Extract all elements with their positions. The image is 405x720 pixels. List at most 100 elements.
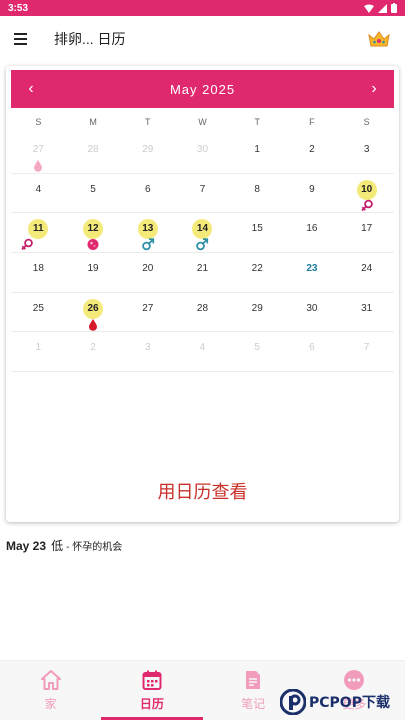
- nav-item-calendar[interactable]: 日历: [101, 661, 203, 720]
- calendar-day[interactable]: 28: [175, 293, 230, 332]
- calendar-day[interactable]: 6: [285, 332, 340, 371]
- day-number: 28: [87, 144, 99, 155]
- day-number: 14: [192, 219, 213, 240]
- calendar-week-row: 18 19 20 21 22 23 24: [11, 253, 394, 293]
- day-number: 20: [142, 263, 154, 275]
- calendar-day[interactable]: 28: [66, 134, 121, 173]
- nav-item-home[interactable]: 家: [0, 661, 101, 720]
- menu-icon[interactable]: [14, 29, 34, 49]
- ovulation-symbol-icon: [360, 199, 373, 212]
- calendar-view-label[interactable]: 用日历查看: [6, 478, 399, 504]
- period-drop-icon: [32, 159, 45, 172]
- calendar-day[interactable]: 18: [11, 253, 66, 292]
- male-symbol-icon: [141, 238, 154, 251]
- weekday-label: T: [254, 117, 260, 127]
- calendar-day[interactable]: 2: [66, 332, 121, 371]
- calendar-day[interactable]: 12: [66, 213, 121, 252]
- calendar-day[interactable]: 23: [285, 253, 340, 292]
- calendar-day[interactable]: 13: [120, 213, 175, 252]
- calendar-day[interactable]: 5: [230, 332, 285, 371]
- calendar-day[interactable]: 6: [120, 174, 175, 213]
- calendar-card: ‹ May 2025 › S M T W T F S 27 28 29 30 1 2 3 4 5…: [6, 66, 399, 522]
- calendar-day[interactable]: 4: [11, 174, 66, 213]
- weekday-header: S M T W T F S: [11, 112, 394, 132]
- calendar-day[interactable]: 31: [339, 293, 394, 332]
- weekday-label: S: [363, 117, 370, 127]
- crown-icon[interactable]: [367, 27, 391, 51]
- male-symbol-icon: [196, 238, 209, 251]
- calendar-day[interactable]: 27: [120, 293, 175, 332]
- status-icons: [364, 3, 397, 13]
- calendar-day[interactable]: 8: [230, 174, 285, 213]
- day-number: 29: [251, 302, 263, 314]
- calendar-day[interactable]: 2: [285, 134, 340, 173]
- calendar-week-row: 1 2 3 4 5 6 7: [11, 332, 394, 373]
- calendar-day[interactable]: 26: [66, 293, 121, 332]
- watermark-text: PCPOP下载: [309, 694, 390, 711]
- calendar-day[interactable]: 22: [230, 253, 285, 292]
- calendar-day[interactable]: 10: [339, 174, 394, 213]
- day-number: 9: [309, 183, 315, 195]
- calendar-day[interactable]: 20: [120, 253, 175, 292]
- day-number: 17: [361, 223, 373, 235]
- signal-icon: [378, 3, 387, 13]
- day-number: 6: [309, 342, 315, 354]
- day-number: 13: [137, 219, 158, 240]
- day-number: 3: [145, 342, 151, 354]
- battery-icon: [391, 3, 397, 13]
- calendar-day[interactable]: 29: [120, 134, 175, 173]
- day-number: 11: [28, 219, 49, 240]
- day-number: 18: [32, 263, 44, 275]
- day-number: 29: [142, 144, 154, 155]
- info-level: 低: [51, 539, 64, 553]
- calendar-day[interactable]: 16: [285, 213, 340, 252]
- day-number: 22: [251, 263, 263, 275]
- calendar-day[interactable]: 11: [11, 213, 66, 252]
- nav-item-label: 家: [44, 697, 57, 711]
- calendar-icon: [141, 669, 163, 691]
- calendar-day[interactable]: 5: [66, 174, 121, 213]
- day-number: 31: [361, 302, 373, 314]
- wifi-icon: [364, 4, 374, 13]
- calendar-day[interactable]: 1: [11, 332, 66, 371]
- calendar-day[interactable]: 24: [339, 253, 394, 292]
- nav-item-label: 笔记: [241, 697, 266, 711]
- calendar-day[interactable]: 1: [230, 134, 285, 173]
- day-number: 2: [309, 144, 315, 155]
- day-number: 10: [356, 179, 377, 200]
- calendar-day[interactable]: 29: [230, 293, 285, 332]
- calendar-day[interactable]: 9: [285, 174, 340, 213]
- day-number: 4: [199, 342, 206, 354]
- calendar-day[interactable]: 7: [339, 332, 394, 371]
- day-number: 19: [87, 263, 99, 275]
- day-number: 28: [196, 302, 209, 314]
- ovulation-symbol-icon: [21, 238, 34, 251]
- day-number: 26: [83, 298, 104, 319]
- day-number: 7: [363, 342, 370, 354]
- calendar-day[interactable]: 3: [339, 134, 394, 173]
- weekday-label: S: [35, 117, 42, 127]
- calendar-day[interactable]: 3: [120, 332, 175, 371]
- calendar-day[interactable]: 19: [66, 253, 121, 292]
- day-number: 30: [306, 302, 318, 314]
- calendar-day[interactable]: 30: [285, 293, 340, 332]
- calendar-day[interactable]: 4: [175, 332, 230, 371]
- next-month-button[interactable]: ›: [354, 70, 394, 108]
- prev-month-button[interactable]: ‹: [11, 70, 51, 108]
- calendar-day[interactable]: 30: [175, 134, 230, 173]
- page-title: 排卵... 日历: [54, 31, 126, 47]
- day-number: 1: [35, 342, 42, 354]
- day-number: 8: [254, 183, 260, 195]
- calendar-day[interactable]: 15: [230, 213, 285, 252]
- info-description: - 怀孕的机会: [66, 542, 123, 553]
- calendar-day[interactable]: 27: [11, 134, 66, 173]
- calendar-day[interactable]: 7: [175, 174, 230, 213]
- weekday-label: F: [309, 117, 315, 127]
- calendar-day[interactable]: 21: [175, 253, 230, 292]
- watermark: PCPOP下载: [280, 683, 405, 720]
- notes-icon: [242, 669, 264, 691]
- info-date: May 23: [6, 539, 47, 553]
- calendar-day[interactable]: 25: [11, 293, 66, 332]
- calendar-day[interactable]: 14: [175, 213, 230, 252]
- calendar-day[interactable]: 17: [339, 213, 394, 252]
